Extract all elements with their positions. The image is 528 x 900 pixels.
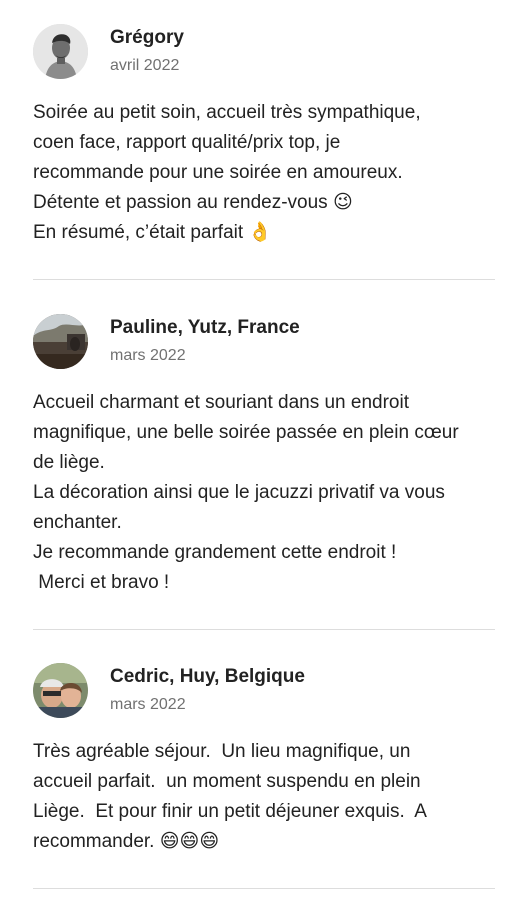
- review-item: Grégory avril 2022 Soirée au petit soin,…: [33, 24, 495, 243]
- divider: [33, 888, 495, 889]
- review-text: Accueil charmant et souriant dans un end…: [33, 392, 459, 593]
- review-header: Grégory avril 2022: [33, 24, 495, 80]
- avatar[interactable]: [33, 314, 88, 369]
- man-portrait-icon: [33, 24, 88, 79]
- review-item: Pauline, Yutz, France mars 2022 Accueil …: [33, 314, 495, 593]
- reviewer-name: Pauline, Yutz, France: [110, 317, 300, 338]
- review-date: mars 2022: [110, 696, 186, 713]
- couple-photo-icon: [33, 663, 88, 718]
- review-text: Très agréable séjour. Un lieu magnifique…: [33, 741, 427, 852]
- review-date: avril 2022: [110, 57, 180, 74]
- review-header: Pauline, Yutz, France mars 2022: [33, 314, 495, 370]
- review-text: Soirée au petit soin, accueil très sympa…: [33, 102, 421, 243]
- divider: [33, 279, 495, 280]
- review-header: Cedric, Huy, Belgique mars 2022: [33, 663, 495, 719]
- review-item: Cedric, Huy, Belgique mars 2022 Très agr…: [33, 663, 495, 852]
- avatar[interactable]: [33, 24, 88, 79]
- reviewer-name: Cedric, Huy, Belgique: [110, 666, 305, 687]
- avatar[interactable]: [33, 663, 88, 718]
- landscape-photo-icon: [33, 314, 88, 369]
- divider: [33, 629, 495, 630]
- review-date: mars 2022: [110, 347, 186, 364]
- reviewer-name: Grégory: [110, 27, 184, 48]
